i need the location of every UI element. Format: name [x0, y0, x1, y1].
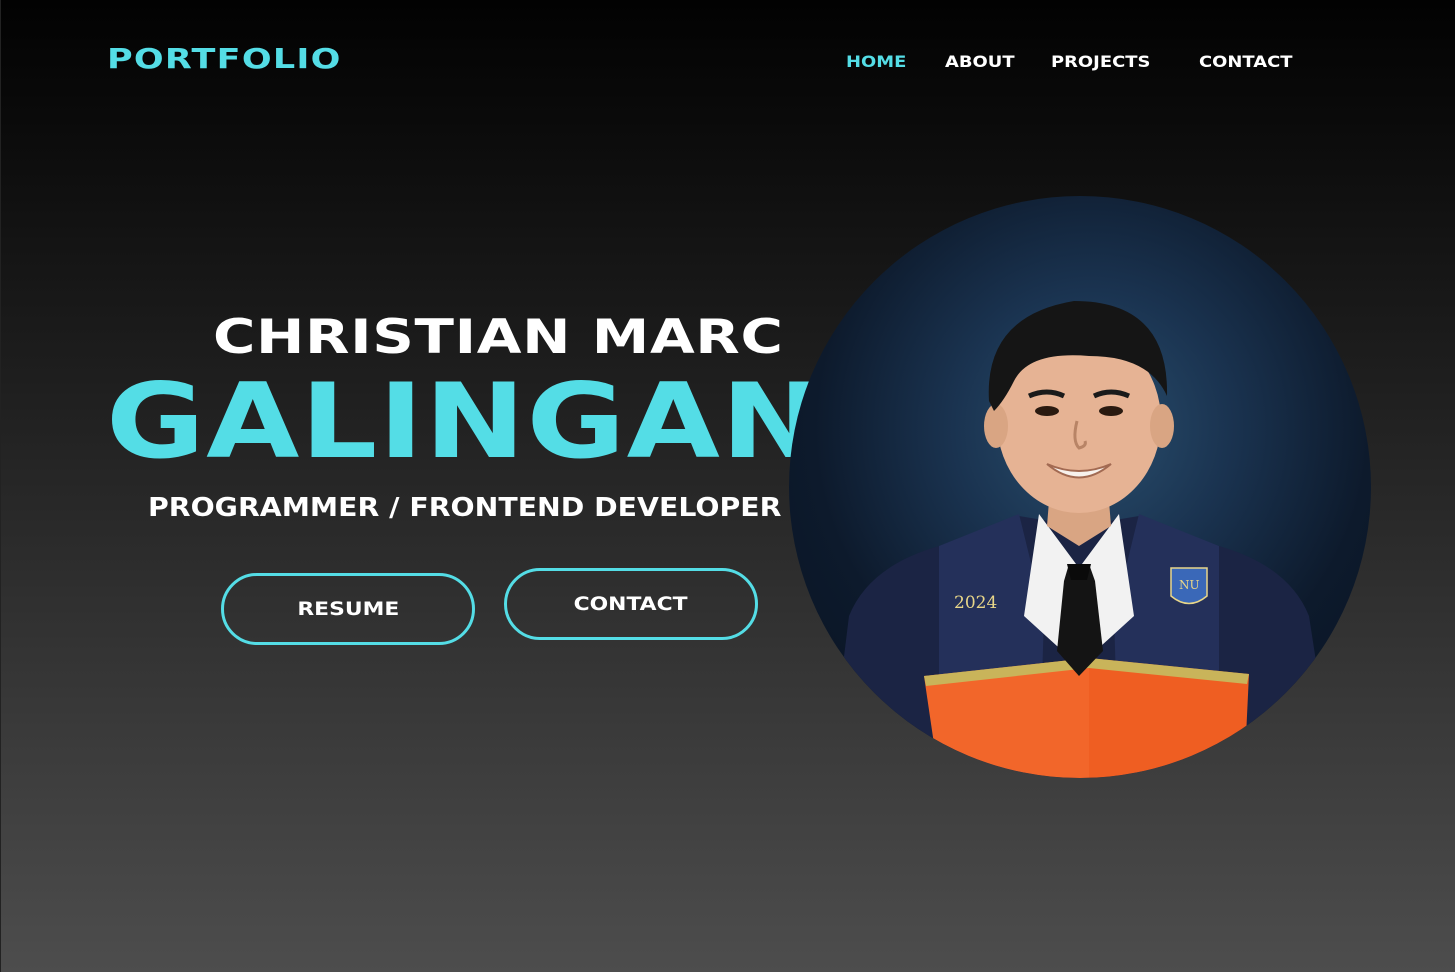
- profile-photo: 2024 NU: [789, 196, 1371, 778]
- resume-button-label: RESUME: [297, 598, 399, 620]
- hero-role-title: PROGRAMMER / FRONTEND DEVELOPER: [148, 493, 782, 523]
- site-logo[interactable]: PORTFOLIO: [107, 42, 342, 75]
- nav-home-link[interactable]: HOME: [846, 52, 906, 71]
- resume-button[interactable]: RESUME: [221, 573, 475, 645]
- nav-about-link[interactable]: ABOUT: [945, 52, 1015, 71]
- hero-first-name: CHRISTIAN MARC: [213, 310, 784, 365]
- contact-button[interactable]: CONTACT: [504, 568, 758, 640]
- nav-contact-link[interactable]: CONTACT: [1199, 52, 1292, 71]
- badge-text: NU: [1179, 578, 1200, 592]
- stole-year-text: 2024: [954, 593, 997, 613]
- contact-button-label: CONTACT: [574, 593, 688, 615]
- profile-photo-illustration: 2024 NU: [829, 301, 1334, 778]
- nav-projects-link[interactable]: PROJECTS: [1051, 52, 1150, 71]
- hero-last-name: GALINGAN: [106, 362, 824, 482]
- portfolio-page: PORTFOLIO HOME ABOUT PROJECTS CONTACT CH…: [0, 0, 1455, 972]
